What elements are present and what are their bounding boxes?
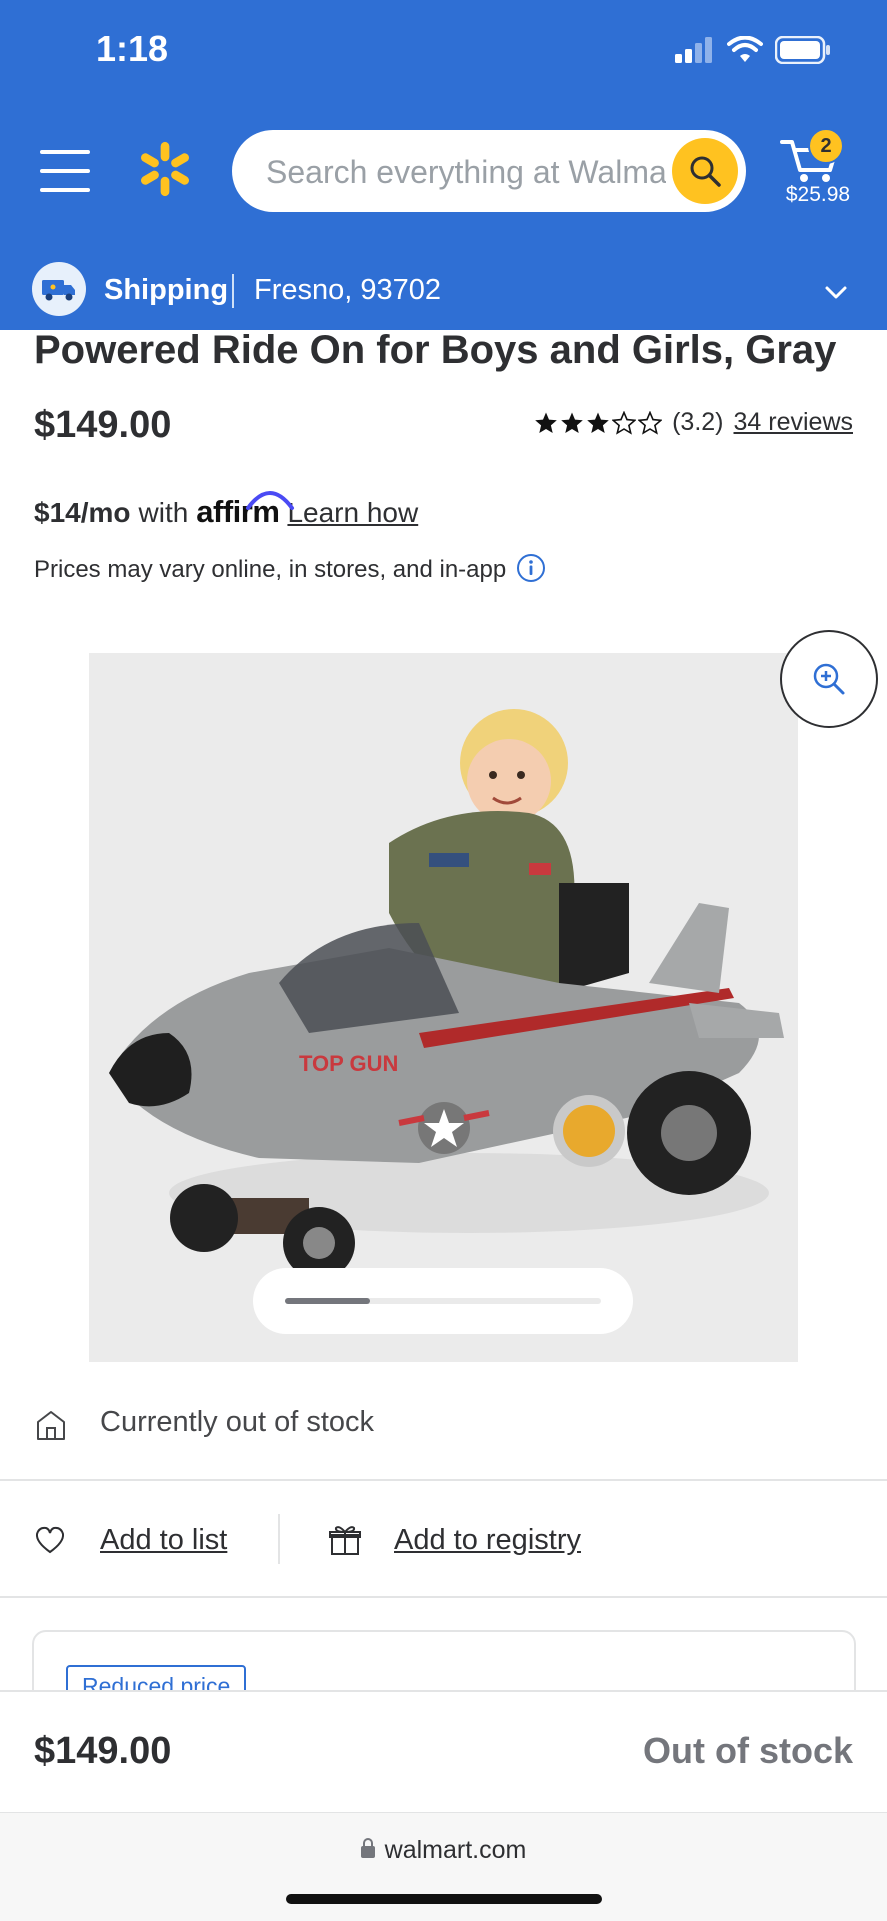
affirm-with: with	[138, 497, 189, 528]
home-indicator[interactable]	[286, 1894, 602, 1904]
chevron-down-icon[interactable]	[822, 278, 850, 306]
store-icon	[37, 1411, 65, 1440]
out-of-stock-label: Out of stock	[642, 1730, 853, 1771]
cart-total[interactable]: $25.98	[770, 183, 866, 207]
walmart-spark-icon[interactable]	[136, 140, 194, 198]
url-text: walmart.com	[384, 1836, 527, 1864]
menu-button[interactable]	[40, 150, 90, 192]
search-icon	[690, 156, 721, 187]
star-filled-icon	[561, 412, 583, 433]
sticky-price: $149.00	[34, 1730, 172, 1772]
star-empty-icon	[638, 410, 663, 435]
learn-how-link[interactable]: Learn how	[287, 497, 418, 529]
rating-value: (3.2)	[672, 408, 724, 436]
stock-status: Currently out of stock	[100, 1406, 374, 1438]
star-empty-icon	[612, 410, 637, 435]
heart-icon[interactable]	[34, 1525, 66, 1555]
affirm-logo: affirm	[196, 491, 295, 530]
star-filled-icon	[535, 412, 557, 433]
divider	[0, 1479, 887, 1481]
gift-icon[interactable]	[328, 1524, 362, 1556]
image-carousel-indicator[interactable]	[253, 1268, 633, 1334]
zoom-button[interactable]	[780, 630, 878, 728]
ride-on-jet-illustration: TOP GUN	[109, 709, 784, 1279]
star-filled-icon	[587, 412, 609, 433]
status-icons	[675, 34, 831, 66]
browser-address-bar	[0, 1812, 887, 1921]
wifi-icon	[727, 36, 763, 62]
product-title: Powered Ride On for Boys and Girls, Gray	[34, 328, 837, 372]
signal-icon	[675, 37, 712, 63]
affirm-amount: $14/mo	[34, 497, 131, 528]
shipping-location[interactable]: Fresno, 93702	[254, 274, 441, 307]
battery-icon	[775, 36, 830, 64]
search-bar	[232, 130, 746, 214]
status-time: 1:18	[96, 28, 169, 69]
affirm-arc-icon	[246, 491, 295, 510]
rating-stars	[534, 410, 663, 435]
url-display[interactable]: walmart.com	[0, 1836, 887, 1865]
product-price: $149.00	[34, 404, 172, 446]
top-gun-decal: TOP GUN	[299, 1051, 398, 1076]
affirm-financing: $14/mo with affirm Learn how	[34, 491, 418, 530]
info-icon[interactable]	[516, 553, 546, 583]
divider	[0, 1596, 887, 1598]
rating-summary[interactable]: (3.2) 34 reviews	[534, 408, 853, 437]
product-image[interactable]: TOP GUN	[89, 653, 798, 1362]
shipping-truck-icon	[32, 262, 86, 316]
carousel-thumb[interactable]	[285, 1298, 370, 1304]
zoom-in-icon	[813, 663, 845, 695]
shipping-label[interactable]: Shipping	[104, 274, 228, 307]
lock-icon	[360, 1838, 375, 1858]
shipping-separator	[232, 274, 234, 308]
search-input[interactable]	[264, 130, 668, 214]
cart-count-badge: 2	[808, 128, 844, 164]
reviews-link[interactable]: 34 reviews	[734, 408, 854, 437]
add-to-list-link[interactable]: Add to list	[100, 1524, 227, 1557]
add-to-registry-link[interactable]: Add to registry	[394, 1524, 581, 1557]
prices-note: Prices may vary online, in stores, and i…	[34, 556, 507, 583]
actions-separator	[278, 1514, 280, 1564]
search-button[interactable]	[672, 138, 738, 204]
